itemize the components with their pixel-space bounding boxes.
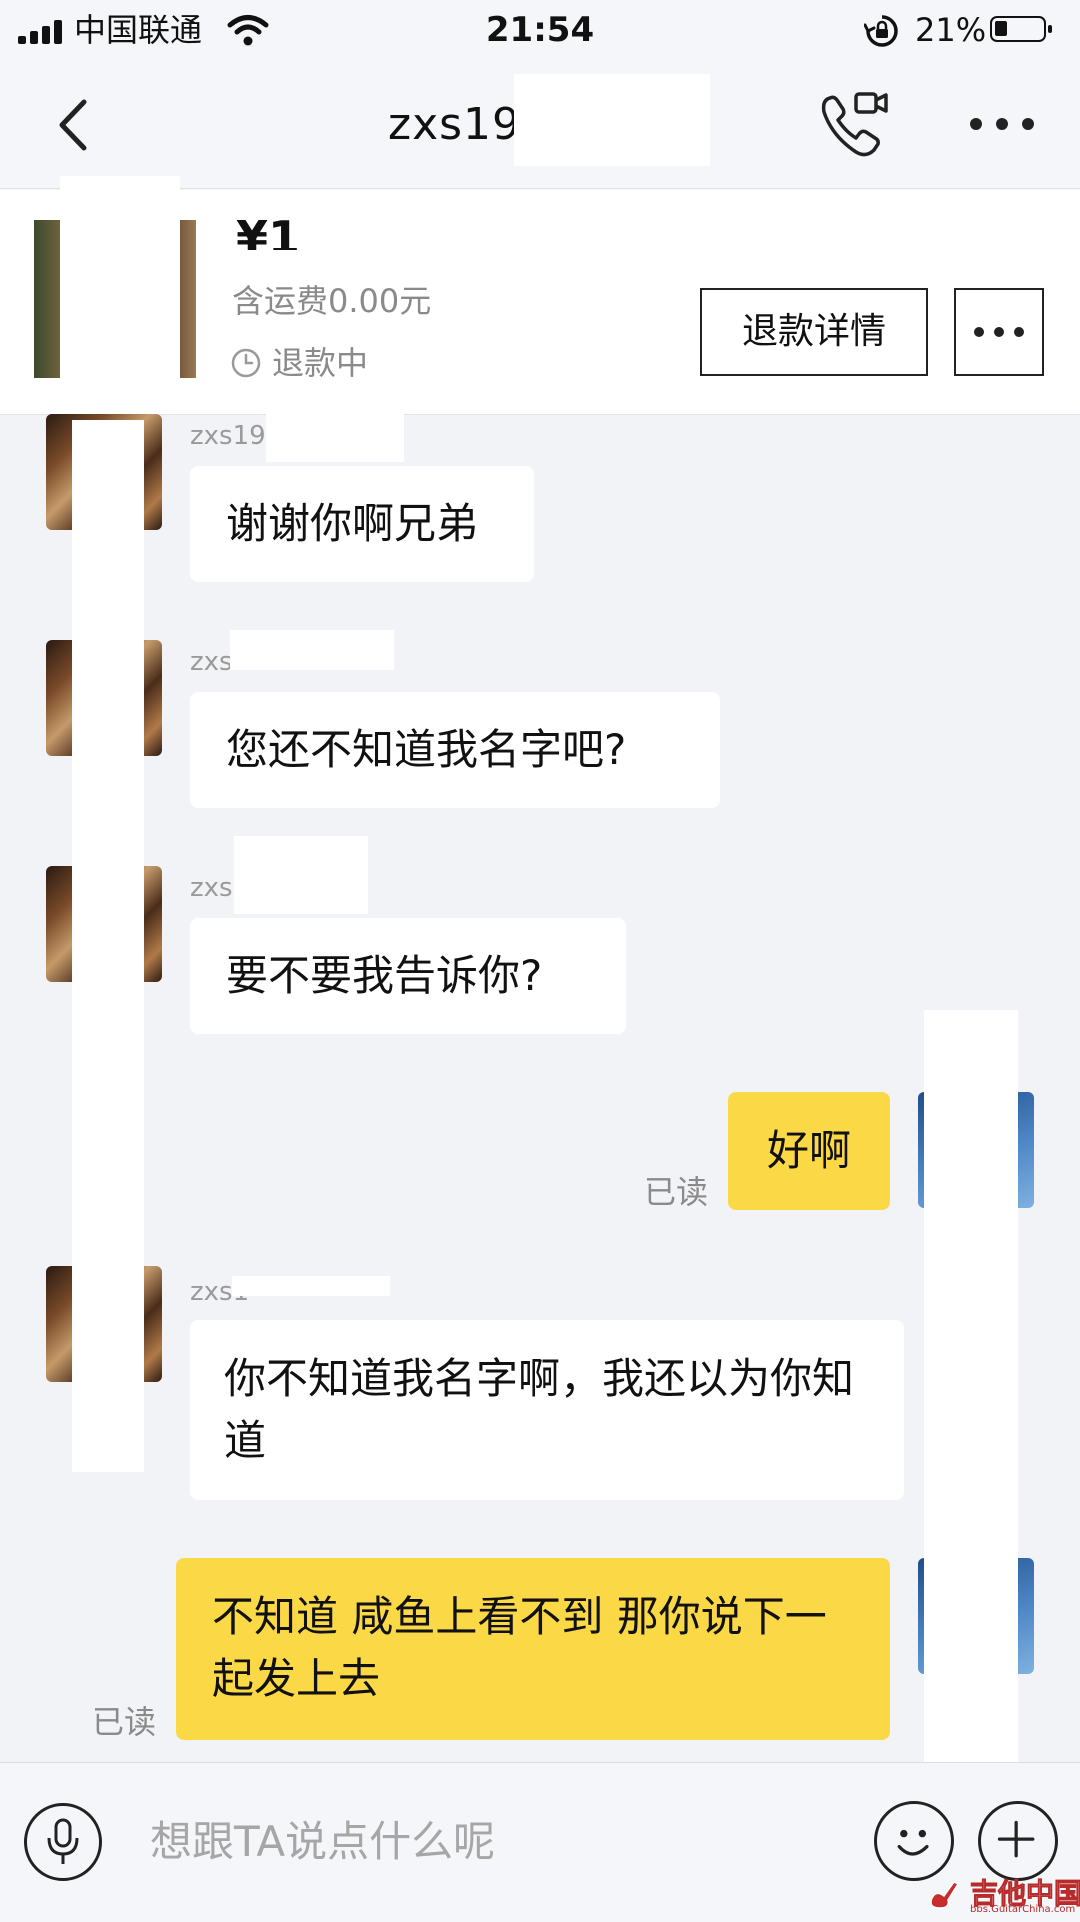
battery-percent: 21% — [915, 11, 987, 49]
redaction-mask — [266, 412, 404, 462]
contact-name: zxs19 — [388, 99, 522, 150]
product-price: ¥1 — [236, 211, 301, 250]
sender-name: zxs — [190, 647, 233, 677]
chat-header: zxs19 — [0, 62, 1080, 189]
shipping-fee: 含运费0.00元 — [232, 282, 432, 320]
card-more-button[interactable] — [954, 288, 1044, 376]
product-card[interactable]: ¥1 含运费0.00元 退款中 退款详情 — [0, 176, 1080, 415]
read-receipt: 已读 — [644, 1173, 709, 1211]
status-label: 退款中 — [272, 344, 369, 382]
site-watermark: 吉他中国 bbs.GuitarChina.com — [924, 1876, 1080, 1916]
order-status: 退款中 — [230, 340, 368, 386]
clock-icon — [231, 348, 261, 378]
status-bar: 中国联通 21:54 21% — [0, 0, 1080, 62]
my-message-bubble[interactable]: 不知道 咸鱼上看不到 那你说下一起发上去 — [176, 1558, 890, 1740]
guitar-logo-icon — [930, 1881, 960, 1909]
battery-icon — [990, 16, 1052, 42]
call-icon[interactable] — [818, 88, 892, 162]
message-bubble[interactable]: 谢谢你啊兄弟 — [190, 466, 534, 582]
back-icon[interactable] — [48, 92, 98, 158]
watermark-url: bbs.GuitarChina.com — [970, 1904, 1076, 1915]
message-bubble[interactable]: 你不知道我名字啊，我还以为你知道 — [190, 1320, 904, 1500]
message-bubble[interactable]: 您还不知道我名字吧? — [190, 692, 720, 808]
rotation-lock-icon — [864, 15, 898, 47]
more-options-icon[interactable] — [970, 104, 1034, 144]
message-input[interactable]: 想跟TA说点什么呢 — [150, 1811, 495, 1873]
redaction-mask — [514, 74, 710, 166]
redaction-mask — [60, 176, 180, 390]
redaction-mask — [232, 1276, 390, 1296]
emoji-icon[interactable] — [874, 1801, 954, 1881]
microphone-icon[interactable] — [24, 1803, 102, 1881]
read-receipt: 已读 — [92, 1703, 157, 1741]
my-message-bubble[interactable]: 好啊 — [728, 1092, 890, 1210]
redaction-mask — [924, 1010, 1018, 1762]
redaction-mask — [234, 836, 368, 914]
sender-name: zxs — [190, 873, 233, 903]
refund-details-button[interactable]: 退款详情 — [700, 288, 928, 376]
message-bubble[interactable]: 要不要我告诉你? — [190, 918, 626, 1034]
message-input-bar: 想跟TA说点什么呢 — [0, 1762, 1080, 1922]
add-attachment-icon[interactable] — [978, 1801, 1058, 1881]
redaction-mask — [72, 420, 144, 1472]
redaction-mask — [230, 630, 394, 670]
